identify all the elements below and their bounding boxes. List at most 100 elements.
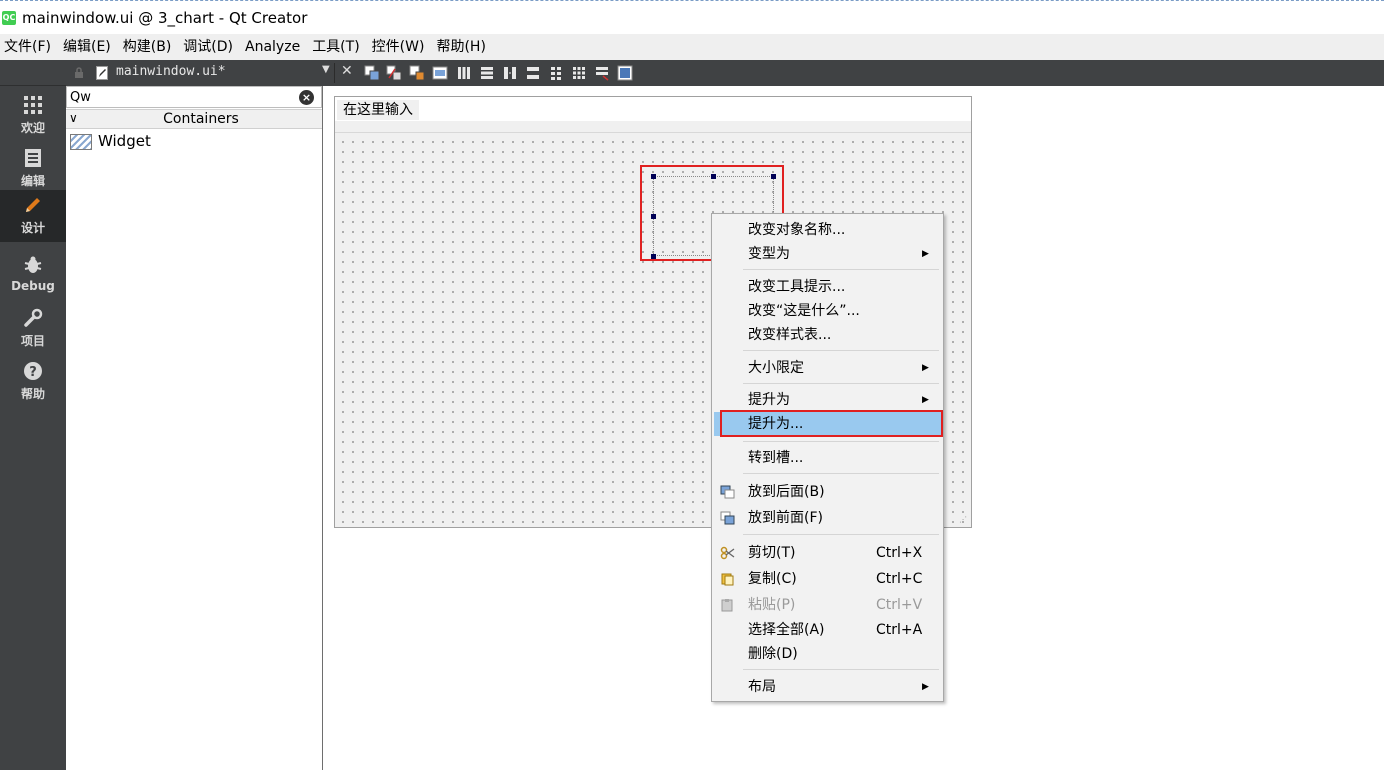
menu-tools[interactable]: 工具(T) — [306, 34, 365, 60]
layout-horizontal-icon[interactable] — [456, 65, 472, 81]
type-here-menu[interactable]: 在这里输入 — [337, 100, 419, 120]
widget-icon — [70, 134, 92, 150]
mode-edit[interactable]: 编辑 — [0, 143, 66, 195]
menu-item-label: 变型为 — [748, 246, 790, 262]
menu-separator — [743, 669, 939, 670]
open-document-name[interactable]: mainwindow.ui* — [116, 64, 226, 79]
menu-item-select-all[interactable]: 选择全部(A) Ctrl+A — [714, 618, 941, 642]
menu-item-shortcut: Ctrl+A — [876, 622, 923, 638]
mode-sidebar-header — [0, 60, 66, 86]
menu-item-change-whats-this[interactable]: 改变“这是什么”... — [714, 299, 941, 323]
menu-item-label: 大小限定 — [748, 360, 804, 376]
ui-file-icon — [96, 66, 108, 80]
wrench-icon — [22, 308, 44, 330]
help-icon: ? — [22, 361, 44, 383]
mode-label: 设计 — [20, 221, 45, 235]
menu-debug[interactable]: 调试(D) — [177, 34, 239, 60]
mode-label: 项目 — [20, 334, 45, 348]
menu-item-label: 放到后面(B) — [748, 484, 825, 500]
widget-item-label: Widget — [98, 132, 151, 150]
menu-item-morph-into[interactable]: 变型为 ▶ — [714, 242, 941, 266]
close-document-button[interactable]: ✕ — [341, 63, 353, 79]
menu-separator — [743, 473, 939, 474]
copy-icon — [721, 573, 734, 586]
widget-filter-input[interactable]: Qw × — [66, 86, 322, 108]
qt-creator-icon: QC — [2, 11, 16, 25]
menu-analyze[interactable]: Analyze — [239, 34, 306, 60]
menu-item-label: 提升为 — [748, 392, 790, 408]
svg-text:?: ? — [29, 365, 37, 380]
lock-icon — [75, 67, 83, 78]
menu-item-label: 布局 — [748, 679, 776, 695]
menu-item-change-stylesheet[interactable]: 改变样式表... — [714, 323, 941, 347]
menu-item-label: 改变“这是什么”... — [748, 303, 860, 319]
menu-item-label: 改变样式表... — [748, 327, 832, 343]
mode-label: 编辑 — [20, 174, 45, 188]
break-layout-icon[interactable] — [594, 65, 610, 81]
submenu-arrow-icon: ▶ — [922, 249, 929, 259]
scissors-icon — [720, 546, 735, 560]
menu-item-change-object-name[interactable]: 改变对象名称... — [714, 218, 941, 242]
menu-item-label: 改变工具提示... — [748, 279, 846, 295]
menu-item-delete[interactable]: 删除(D) — [714, 642, 941, 666]
submenu-arrow-icon: ▶ — [922, 395, 929, 405]
layout-vertical-splitter-icon[interactable] — [525, 65, 541, 81]
bug-icon — [22, 255, 44, 277]
menu-file[interactable]: 文件(F) — [0, 34, 57, 60]
edit-widgets-icon[interactable] — [364, 65, 380, 81]
category-containers[interactable]: ∨ Containers — [66, 109, 322, 129]
menu-item-copy[interactable]: 复制(C) Ctrl+C — [714, 567, 941, 591]
menu-build[interactable]: 构建(B) — [117, 34, 178, 60]
menu-help[interactable]: 帮助(H) — [430, 34, 491, 60]
menu-item-cut[interactable]: 剪切(T) Ctrl+X — [714, 541, 941, 565]
menu-item-label: 选择全部(A) — [748, 622, 825, 638]
mode-projects[interactable]: 项目 — [0, 303, 66, 355]
menu-item-change-tooltip[interactable]: 改变工具提示... — [714, 275, 941, 299]
title-bar: QC mainwindow.ui @ 3_chart - Qt Creator — [0, 0, 1384, 34]
mode-design[interactable]: 设计 — [0, 190, 66, 242]
menu-item-label: 放到前面(F) — [748, 510, 823, 526]
menu-separator — [743, 383, 939, 384]
send-back-icon — [720, 485, 735, 499]
adjust-size-icon[interactable] — [617, 65, 633, 81]
menu-item-send-to-back[interactable]: 放到后面(B) — [714, 480, 941, 504]
annotation-highlight-box — [720, 410, 943, 437]
mode-welcome[interactable]: 欢迎 — [0, 90, 66, 142]
edit-buddies-icon[interactable] — [409, 65, 425, 81]
menu-item-paste[interactable]: 粘贴(P) Ctrl+V — [714, 593, 941, 617]
layout-vertical-icon[interactable] — [479, 65, 495, 81]
menu-separator — [743, 534, 939, 535]
menu-widgets[interactable]: 控件(W) — [366, 34, 431, 60]
layout-form-icon[interactable] — [548, 65, 564, 81]
menu-item-layout[interactable]: 布局 ▶ — [714, 675, 941, 699]
menu-item-label: 删除(D) — [748, 646, 798, 662]
editor-toolbar: mainwindow.ui* ▼ ✕ — [66, 60, 1384, 86]
menu-item-label: 转到槽... — [748, 450, 804, 466]
paste-icon — [721, 599, 733, 612]
bring-front-icon — [720, 511, 735, 525]
layout-grid-icon[interactable] — [571, 65, 587, 81]
mode-sidebar: 欢迎 编辑 设计 Debug 项目 ? 帮助 — [0, 60, 66, 770]
mode-debug[interactable]: Debug — [0, 250, 66, 302]
submenu-arrow-icon: ▶ — [922, 682, 929, 692]
chevron-down-icon[interactable]: ▼ — [322, 64, 330, 75]
mode-label: 欢迎 — [20, 121, 45, 135]
edit-tab-order-icon[interactable] — [432, 65, 448, 81]
menu-item-promote-to-submenu[interactable]: 提升为 ▶ — [714, 388, 941, 412]
menu-item-shortcut: Ctrl+C — [876, 571, 923, 587]
resize-grip-icon[interactable]: ⋰ — [959, 515, 969, 525]
widget-box-panel: Qw × ∨ Containers Widget — [66, 86, 323, 770]
menu-item-shortcut: Ctrl+V — [876, 597, 923, 613]
menu-item-size-constraints[interactable]: 大小限定 ▶ — [714, 356, 941, 380]
menu-separator — [743, 350, 939, 351]
menu-item-bring-to-front[interactable]: 放到前面(F) — [714, 506, 941, 530]
menu-edit[interactable]: 编辑(E) — [57, 34, 117, 60]
category-label: Containers — [163, 111, 239, 127]
edit-signals-slots-icon[interactable] — [386, 65, 402, 81]
mode-label: Debug — [11, 279, 55, 293]
clear-filter-icon[interactable]: × — [299, 90, 314, 105]
mode-help[interactable]: ? 帮助 — [0, 356, 66, 408]
menu-item-go-to-slot[interactable]: 转到槽... — [714, 446, 941, 470]
toolbar-separator — [334, 63, 335, 83]
layout-horizontal-splitter-icon[interactable] — [502, 65, 518, 81]
